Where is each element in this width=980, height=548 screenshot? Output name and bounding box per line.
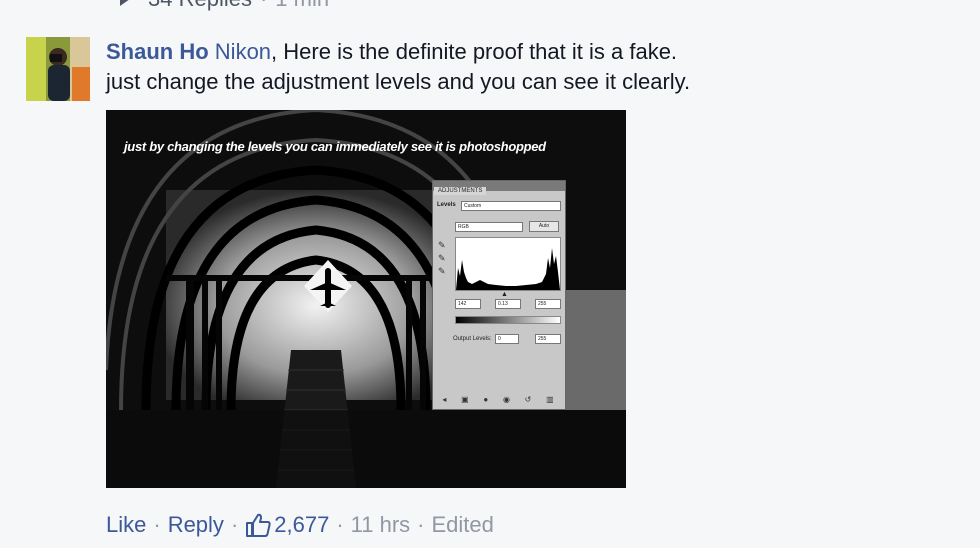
clip-icon: ▣ [461, 394, 469, 404]
separator: · [230, 512, 239, 537]
comment-body: Shaun Ho Nikon, Here is the definite pro… [106, 37, 966, 97]
visibility-icon: ◉ [502, 394, 510, 404]
mid-slider: ▲ [501, 291, 508, 298]
output-levels-label: Output Levels: [453, 336, 492, 342]
eyedropper-icon: ✎ ✎ ✎ [438, 240, 446, 276]
trash-icon: ▥ [546, 394, 554, 404]
separator: · [336, 512, 344, 537]
comment-text-2: just change the adjustment levels and yo… [106, 69, 691, 94]
panel-toolbar: ◂ ▣ ● ◉ ↺ ▥ [435, 393, 561, 405]
avatar-image [26, 37, 90, 101]
attached-photo[interactable]: just by changing the levels you can imme… [106, 110, 626, 488]
levels-label: Levels [437, 202, 456, 208]
input-black: 142 [455, 299, 481, 309]
replies-time: 1 min [275, 0, 329, 12]
separator: · [260, 0, 267, 12]
separator: · [417, 512, 425, 537]
output-black: 0 [495, 334, 519, 344]
timestamp[interactable]: 11 hrs [351, 510, 411, 540]
comment-line-1: Shaun Ho Nikon, Here is the definite pro… [106, 37, 966, 67]
photo-caption: just by changing the levels you can imme… [124, 139, 546, 154]
author-name[interactable]: Shaun Ho [106, 39, 209, 64]
channel-select: RGB [455, 222, 523, 232]
like-count: 2,677 [274, 512, 330, 537]
reply-link[interactable]: Reply [168, 510, 224, 540]
adjustments-panel: ADJUSTMENTS Levels Custom RGB Auto ✎ ✎ ✎ ▲… [432, 180, 566, 410]
previous-replies-row[interactable]: 34 Replies · 1 min [120, 0, 329, 12]
input-white: 255 [535, 299, 561, 309]
edited-label[interactable]: Edited [432, 510, 494, 540]
avatar[interactable] [26, 37, 90, 101]
output-gradient [455, 316, 561, 324]
preset-select: Custom [461, 201, 561, 211]
separator: · [153, 512, 161, 537]
like-count-link[interactable]: 2,677 [245, 510, 329, 540]
auto-button: Auto [529, 221, 559, 232]
replies-link[interactable]: 34 Replies [148, 0, 252, 12]
levels-histogram [455, 237, 561, 291]
reply-arrow-icon [120, 0, 130, 6]
thumbs-up-icon [246, 513, 271, 537]
eye-icon: ● [483, 394, 489, 404]
like-link[interactable]: Like [106, 510, 146, 540]
output-white: 255 [535, 334, 561, 344]
adjustments-tab: ADJUSTMENTS [434, 187, 487, 195]
reset-icon: ↺ [524, 394, 532, 404]
input-mid: 0.13 [495, 299, 521, 309]
mention-link[interactable]: Nikon [215, 39, 271, 64]
comment-actions: Like · Reply · 2,677 · 11 hrs · Edited [106, 510, 494, 540]
back-icon: ◂ [442, 394, 447, 404]
comment-text-1: , Here is the definite proof that it is … [271, 39, 678, 64]
